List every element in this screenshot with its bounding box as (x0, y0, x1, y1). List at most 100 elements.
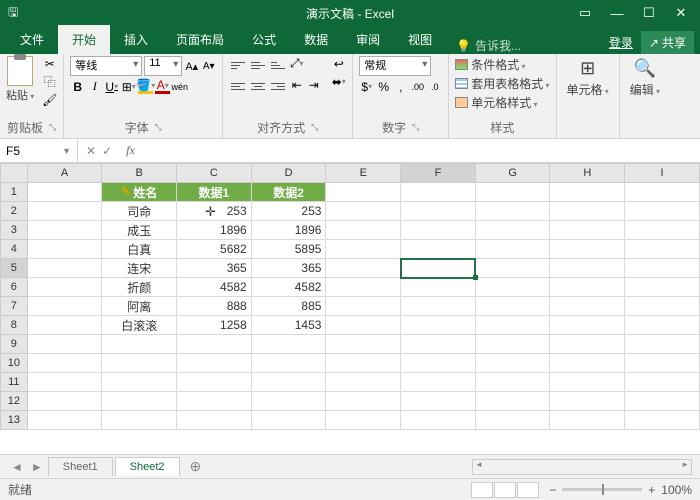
view-normal-icon[interactable] (471, 482, 493, 498)
fill-color-button[interactable]: 🪣 (138, 79, 153, 94)
tab-review[interactable]: 审阅 (342, 25, 394, 54)
font-name-select[interactable]: 等线 (70, 56, 142, 76)
close-icon[interactable]: ✕ (666, 3, 696, 23)
increase-indent-icon[interactable]: ⇥ (306, 77, 321, 92)
increase-font-icon[interactable]: A▴ (184, 59, 199, 74)
col-header-a[interactable]: A (27, 164, 102, 183)
border-button[interactable]: ⊞ (121, 79, 136, 94)
tab-view[interactable]: 视图 (394, 25, 446, 54)
tab-formulas[interactable]: 公式 (238, 25, 290, 54)
percent-format-icon[interactable]: % (376, 79, 391, 94)
sheet-nav-next-icon[interactable]: ► (28, 460, 46, 474)
font-launcher[interactable]: ⤡ (155, 122, 162, 133)
fx-icon[interactable]: fx (120, 143, 141, 158)
zoom-out-icon[interactable]: − (549, 483, 556, 497)
col-header-i[interactable]: I (625, 164, 700, 183)
namebox-dropdown-icon[interactable]: ▼ (62, 146, 71, 156)
wrap-text-icon[interactable]: ↩ (331, 56, 346, 71)
align-center-icon[interactable] (249, 77, 267, 95)
tab-data[interactable]: 数据 (290, 25, 342, 54)
number-format-select[interactable]: 常规 (359, 56, 431, 76)
font-size-select[interactable]: 11 (144, 56, 182, 76)
row-header[interactable]: 11 (1, 373, 28, 392)
row-header[interactable]: 13 (1, 411, 28, 430)
decrease-decimal-icon[interactable]: .0 (427, 79, 442, 94)
sheet-tab-2[interactable]: Sheet2 (115, 457, 180, 476)
maximize-icon[interactable]: ☐ (634, 3, 664, 23)
sheet-tab-1[interactable]: Sheet1 (48, 457, 113, 476)
col-header-h[interactable]: H (550, 164, 625, 183)
align-middle-icon[interactable] (249, 56, 267, 74)
bold-button[interactable]: B (70, 79, 85, 94)
enter-formula-icon[interactable]: ✓ (102, 144, 112, 158)
zoom-in-icon[interactable]: + (648, 483, 655, 497)
ribbon-options-icon[interactable]: ▭ (570, 3, 600, 23)
tab-file[interactable]: 文件 (6, 25, 58, 54)
italic-button[interactable]: I (87, 79, 102, 94)
number-launcher[interactable]: ⤡ (412, 122, 419, 133)
editing-button[interactable]: 🔍 编辑 (626, 56, 664, 100)
quickaccess-save-icon[interactable]: 🖫 (4, 3, 22, 24)
sheet-nav-prev-icon[interactable]: ◄ (8, 460, 26, 474)
conditional-format-button[interactable]: 条件格式 (455, 56, 549, 73)
underline-button[interactable]: U (104, 79, 119, 94)
align-launcher[interactable]: ⤡ (311, 122, 318, 133)
cut-icon[interactable]: ✂ (42, 56, 57, 71)
format-painter-icon[interactable]: 🖌 (42, 92, 57, 107)
login-link[interactable]: 登录 (609, 34, 633, 51)
col-header-f[interactable]: F (401, 164, 476, 183)
col-header-g[interactable]: G (475, 164, 550, 183)
cancel-formula-icon[interactable]: ✕ (86, 144, 96, 158)
row-header[interactable]: 2 (1, 202, 28, 221)
row-header[interactable]: 10 (1, 354, 28, 373)
paste-button[interactable]: 粘贴 (6, 87, 34, 103)
decrease-indent-icon[interactable]: ⇤ (289, 77, 304, 92)
increase-decimal-icon[interactable]: .00 (410, 79, 425, 94)
view-pagebreak-icon[interactable] (517, 482, 539, 498)
row-header[interactable]: 3 (1, 221, 28, 240)
name-box[interactable]: F5 ▼ (0, 139, 78, 162)
accounting-format-icon[interactable]: $ (359, 79, 374, 94)
active-cell[interactable] (401, 259, 476, 278)
col-header-e[interactable]: E (326, 164, 401, 183)
select-all-corner[interactable] (1, 164, 28, 183)
cell[interactable]: 姓名 (102, 183, 177, 202)
align-bottom-icon[interactable] (269, 56, 287, 74)
align-right-icon[interactable] (269, 77, 287, 95)
share-button[interactable]: ↗ 共享 (641, 31, 694, 54)
tab-layout[interactable]: 页面布局 (162, 25, 238, 54)
orientation-icon[interactable]: ⤢ (289, 56, 304, 71)
row-header[interactable]: 4 (1, 240, 28, 259)
horizontal-scrollbar[interactable] (472, 459, 692, 475)
cells-button[interactable]: ⊞ 单元格 (563, 56, 613, 100)
tell-me-search[interactable]: 💡 告诉我... (456, 37, 521, 54)
minimize-icon[interactable]: — (602, 3, 632, 23)
cell-styles-button[interactable]: 单元格样式 (455, 94, 549, 111)
tab-home[interactable]: 开始 (58, 25, 110, 54)
align-left-icon[interactable] (229, 77, 247, 95)
row-header[interactable]: 7 (1, 297, 28, 316)
zoom-slider[interactable] (562, 488, 642, 491)
copy-icon[interactable]: ⿻ (42, 74, 57, 89)
row-header[interactable]: 9 (1, 335, 28, 354)
view-pagelayout-icon[interactable] (494, 482, 516, 498)
col-header-b[interactable]: B (102, 164, 177, 183)
zoom-level[interactable]: 100% (661, 483, 692, 497)
add-sheet-icon[interactable]: ⊕ (182, 458, 210, 475)
row-header[interactable]: 12 (1, 392, 28, 411)
comma-format-icon[interactable]: , (393, 79, 408, 94)
col-header-c[interactable]: C (177, 164, 252, 183)
clipboard-launcher[interactable]: ⤡ (49, 122, 56, 133)
row-header[interactable]: 1 (1, 183, 28, 202)
paste-icon[interactable] (7, 56, 33, 86)
tab-insert[interactable]: 插入 (110, 25, 162, 54)
font-color-button[interactable]: A (155, 79, 170, 94)
format-table-button[interactable]: 套用表格格式 (455, 75, 549, 92)
row-header[interactable]: 6 (1, 278, 28, 297)
merge-center-icon[interactable]: ⬌ (331, 74, 346, 89)
row-header[interactable]: 5 (1, 259, 28, 278)
row-header[interactable]: 8 (1, 316, 28, 335)
spreadsheet-grid[interactable]: A B C D E F G H I 1姓名数据1数据2 2司命253✛253 3… (0, 163, 700, 454)
align-top-icon[interactable] (229, 56, 247, 74)
col-header-d[interactable]: D (251, 164, 326, 183)
